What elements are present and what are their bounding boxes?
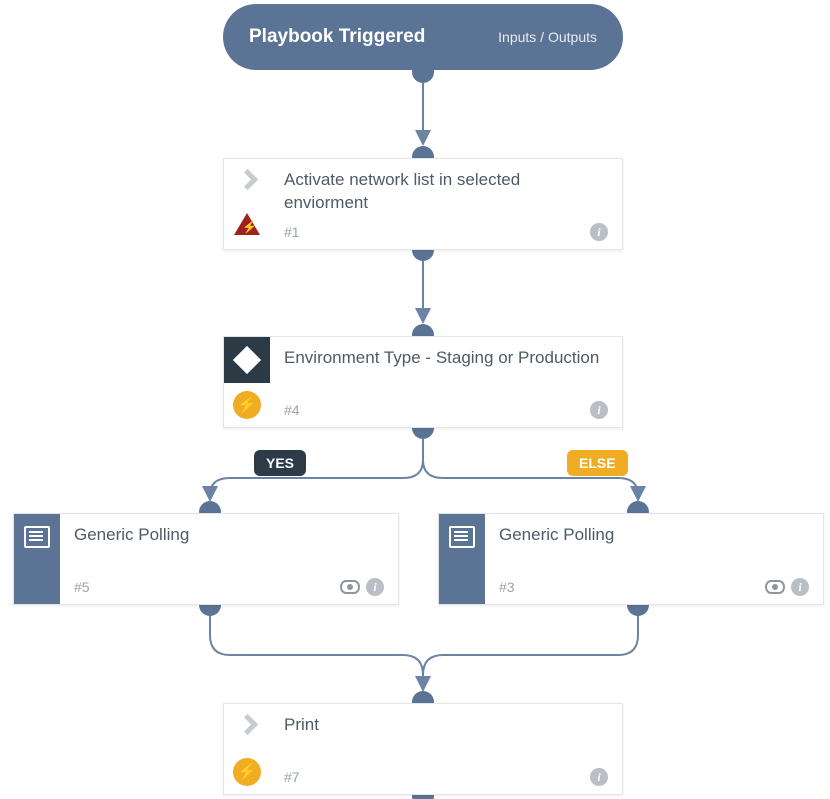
node-side-column bbox=[439, 514, 485, 604]
bolt-icon: ⚡ bbox=[233, 391, 261, 419]
trigger-title: Playbook Triggered bbox=[249, 26, 425, 48]
bolt-icon: ⚡ bbox=[233, 758, 261, 786]
chevron-right-icon bbox=[237, 169, 257, 189]
info-icon[interactable]: i bbox=[590, 768, 608, 786]
info-icon[interactable]: i bbox=[791, 578, 809, 596]
chevron-right-icon bbox=[237, 714, 257, 734]
eye-icon[interactable] bbox=[340, 580, 360, 594]
info-icon[interactable]: i bbox=[366, 578, 384, 596]
node-print[interactable]: ⚡ Print #7 i bbox=[223, 703, 623, 795]
node-title: Activate network list in selected envior… bbox=[284, 169, 608, 215]
node-generic-polling-else[interactable]: Generic Polling #3 i bbox=[438, 513, 824, 605]
book-icon bbox=[439, 514, 485, 560]
alert-triangle-icon: ⚡ bbox=[234, 213, 260, 235]
node-title: Print bbox=[284, 714, 608, 737]
book-icon bbox=[14, 514, 60, 560]
node-number: #4 bbox=[284, 402, 300, 418]
node-generic-polling-yes[interactable]: Generic Polling #5 i bbox=[13, 513, 399, 605]
node-title: Generic Polling bbox=[499, 524, 809, 547]
branch-label-else: ELSE bbox=[567, 450, 628, 476]
node-side-column: ⚡ bbox=[224, 704, 270, 794]
inputs-outputs-link[interactable]: Inputs / Outputs bbox=[498, 29, 597, 45]
info-icon[interactable]: i bbox=[590, 401, 608, 419]
node-side-column: ⚡ bbox=[224, 159, 270, 249]
node-title: Generic Polling bbox=[74, 524, 384, 547]
info-icon[interactable]: i bbox=[590, 223, 608, 241]
node-number: #3 bbox=[499, 579, 515, 595]
decision-diamond-icon bbox=[224, 337, 270, 383]
eye-icon[interactable] bbox=[765, 580, 785, 594]
node-activate-network-list[interactable]: ⚡ Activate network list in selected envi… bbox=[223, 158, 623, 250]
node-number: #5 bbox=[74, 579, 90, 595]
branch-label-yes: YES bbox=[254, 450, 306, 476]
trigger-node[interactable]: Playbook Triggered Inputs / Outputs bbox=[223, 4, 623, 70]
node-title: Environment Type - Staging or Production bbox=[284, 347, 608, 370]
node-environment-type[interactable]: ⚡ Environment Type - Staging or Producti… bbox=[223, 336, 623, 428]
node-side-column: ⚡ bbox=[224, 337, 270, 427]
node-number: #1 bbox=[284, 224, 300, 240]
playbook-flow-canvas: Playbook Triggered Inputs / Outputs ⚡ Ac… bbox=[0, 0, 830, 799]
node-number: #7 bbox=[284, 769, 300, 785]
node-side-column bbox=[14, 514, 60, 604]
